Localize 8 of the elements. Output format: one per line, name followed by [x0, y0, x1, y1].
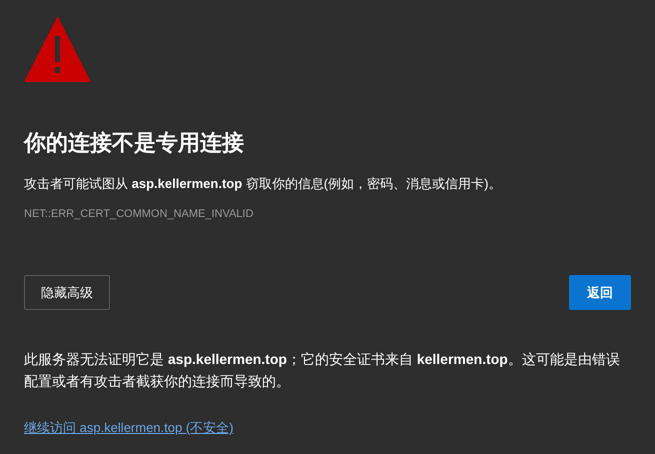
page-heading: 你的连接不是专用连接: [24, 129, 245, 157]
description-text: 攻击者可能试图从 asp.kellermen.top 窃取你的信息(例如，密码、消息或信用卡)。: [24, 175, 502, 193]
proceed-link[interactable]: 继续访问 asp.kellermen.top (不安全): [24, 418, 234, 438]
details-text: 此服务器无法证明它是 asp.kellermen.top；它的安全证书来自 kellermen.top。这可能是由错误配置或者有攻击者截获你的连接而导致的。: [24, 350, 621, 391]
warning-icon: [24, 16, 91, 82]
back-button[interactable]: 返回: [569, 275, 631, 310]
advanced-button[interactable]: 隐藏高级: [24, 275, 110, 310]
error-code: NET::ERR_CERT_COMMON_NAME_INVALID: [24, 207, 254, 222]
